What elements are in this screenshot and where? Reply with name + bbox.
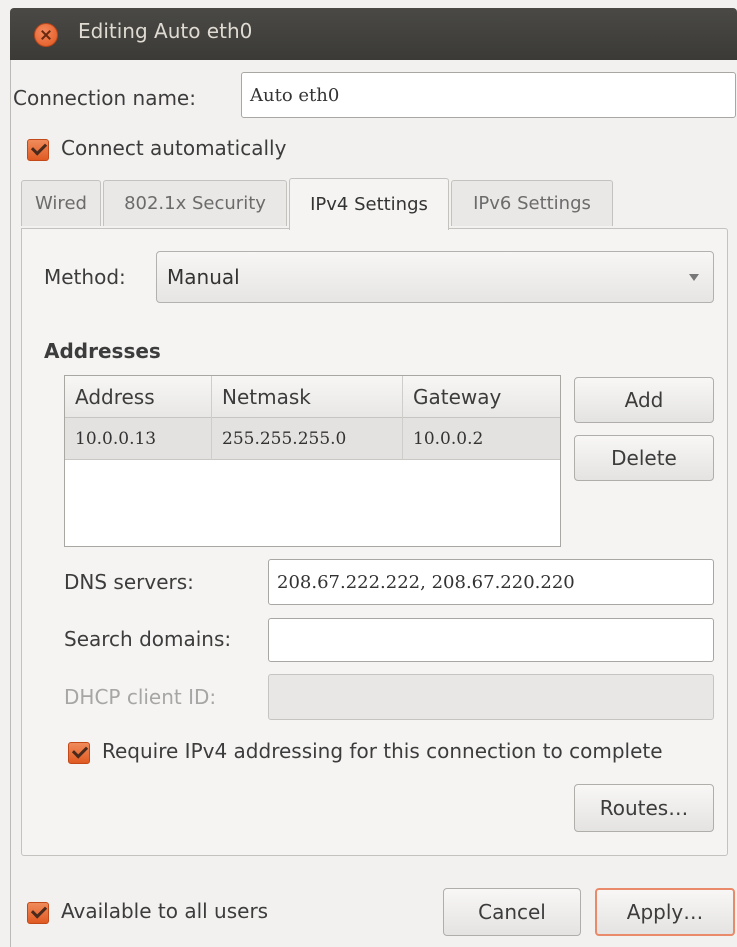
cell-address: 10.0.0.13	[65, 418, 212, 460]
method-label: Method:	[44, 265, 126, 289]
connect-automatically-checkbox[interactable]	[27, 139, 49, 161]
dns-servers-label: DNS servers:	[64, 570, 194, 594]
dhcp-client-id-label: DHCP client ID:	[64, 685, 217, 709]
dns-servers-input[interactable]: 208.67.222.222, 208.67.220.220	[268, 559, 714, 605]
search-domains-label: Search domains:	[64, 627, 232, 651]
window-title: Editing Auto eth0	[78, 19, 253, 43]
close-icon[interactable]	[34, 23, 58, 47]
chevron-down-icon	[689, 274, 699, 281]
cancel-button[interactable]: Cancel	[443, 888, 581, 936]
ipv4-settings-panel: Method: Manual Addresses Address Netmask…	[21, 228, 728, 856]
connect-automatically-label: Connect automatically	[61, 136, 287, 160]
connection-name-label: Connection name:	[13, 86, 196, 110]
cell-netmask: 255.255.255.0	[212, 418, 403, 460]
require-ipv4-label: Require IPv4 addressing for this connect…	[102, 739, 663, 763]
connection-name-input[interactable]: Auto eth0	[241, 72, 736, 118]
routes-button[interactable]: Routes…	[574, 784, 714, 832]
window-titlebar: Editing Auto eth0	[10, 8, 737, 60]
available-to-all-users-label: Available to all users	[61, 899, 269, 923]
tab-ipv4-settings[interactable]: IPv4 Settings	[289, 178, 449, 230]
addresses-heading: Addresses	[44, 339, 161, 363]
search-domains-input[interactable]	[268, 618, 714, 662]
tab-802-1x-security[interactable]: 802.1x Security	[103, 180, 287, 226]
available-to-all-users-checkbox[interactable]	[27, 902, 49, 924]
column-header-gateway[interactable]: Gateway	[403, 376, 562, 418]
method-value: Manual	[167, 265, 240, 289]
table-row[interactable]: 10.0.0.13 255.255.255.0 10.0.0.2	[65, 418, 560, 460]
add-address-button[interactable]: Add	[574, 377, 714, 423]
dhcp-client-id-input[interactable]	[268, 674, 714, 720]
column-header-netmask[interactable]: Netmask	[212, 376, 403, 418]
require-ipv4-checkbox[interactable]	[68, 742, 90, 764]
addresses-table[interactable]: Address Netmask Gateway 10.0.0.13 255.25…	[64, 375, 561, 547]
tab-wired[interactable]: Wired	[21, 180, 101, 226]
column-header-address[interactable]: Address	[65, 376, 212, 418]
method-dropdown[interactable]: Manual	[156, 251, 714, 303]
dialog-body: Connection name: Auto eth0 Connect autom…	[10, 60, 737, 947]
tab-ipv6-settings[interactable]: IPv6 Settings	[451, 180, 613, 226]
cell-gateway: 10.0.0.2	[413, 429, 484, 449]
table-header: Address Netmask Gateway	[65, 376, 560, 418]
apply-button[interactable]: Apply…	[595, 888, 735, 936]
delete-address-button[interactable]: Delete	[574, 435, 714, 481]
